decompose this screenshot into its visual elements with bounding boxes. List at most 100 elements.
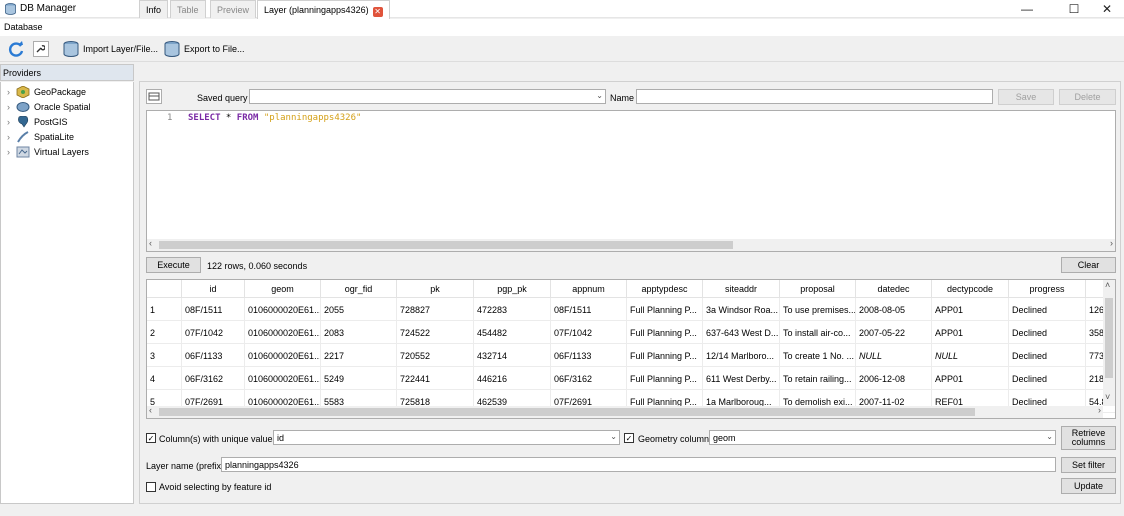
avoid-feature-id-checkbox[interactable] xyxy=(146,482,156,492)
table-cell[interactable]: 06F/1133 xyxy=(551,344,627,367)
expand-icon[interactable]: › xyxy=(3,102,14,112)
column-header[interactable]: apptypdesc xyxy=(627,280,703,298)
table-cell[interactable]: Declined xyxy=(1009,321,1086,344)
table-cell[interactable]: APP01 xyxy=(932,298,1009,321)
set-filter-button[interactable]: Set filter xyxy=(1061,457,1116,473)
results-vertical-scrollbar[interactable]: ˄ ˅ xyxy=(1103,280,1115,406)
table-cell[interactable]: 728827 xyxy=(397,298,474,321)
table-cell[interactable]: 12/14 Marlboro... xyxy=(703,344,780,367)
tab-layer[interactable]: Layer (planningapps4326) ✕ xyxy=(257,0,390,19)
provider-virtual-layers[interactable]: › Virtual Layers xyxy=(1,144,133,159)
table-cell[interactable]: 724522 xyxy=(397,321,474,344)
saved-query-combo[interactable]: ⌄ xyxy=(249,89,606,104)
column-header[interactable]: pgp_pk xyxy=(474,280,551,298)
expand-icon[interactable]: › xyxy=(3,117,14,127)
clear-button[interactable]: Clear xyxy=(1061,257,1116,273)
export-file-button[interactable]: Export to File... xyxy=(163,39,245,59)
column-header[interactable]: appnum xyxy=(551,280,627,298)
table-cell[interactable]: To retain railing... xyxy=(780,367,856,390)
table-cell[interactable]: Declined xyxy=(1009,344,1086,367)
table-cell[interactable]: 2083 xyxy=(321,321,397,344)
retrieve-columns-button[interactable]: Retrieve columns xyxy=(1061,426,1116,450)
delete-button[interactable]: Delete xyxy=(1059,89,1116,105)
sql-code[interactable]: SELECT * FROM "planningapps4326" xyxy=(188,113,361,123)
geometry-column-combo[interactable]: geom ⌄ xyxy=(709,430,1056,445)
table-cell[interactable]: 3a Windsor Roa... xyxy=(703,298,780,321)
sql-editor[interactable]: 1 SELECT * FROM "planningapps4326" ‹ › xyxy=(146,110,1116,252)
scroll-left-icon[interactable]: ‹ xyxy=(149,405,152,415)
table-cell[interactable]: 5249 xyxy=(321,367,397,390)
table-cell[interactable]: 07F/1042 xyxy=(551,321,627,344)
scroll-left-icon[interactable]: ‹ xyxy=(149,238,152,248)
table-cell[interactable]: 720552 xyxy=(397,344,474,367)
table-cell[interactable]: NULL xyxy=(856,344,932,367)
column-header[interactable]: proposal xyxy=(780,280,856,298)
table-cell[interactable]: 637-643 West D... xyxy=(703,321,780,344)
table-cell[interactable]: APP01 xyxy=(932,321,1009,344)
column-header[interactable]: dectypcode xyxy=(932,280,1009,298)
results-horizontal-scrollbar[interactable]: ‹ › xyxy=(147,405,1103,418)
scroll-right-icon[interactable]: › xyxy=(1098,405,1101,415)
layer-name-input[interactable]: planningapps4326 xyxy=(221,457,1056,472)
table-cell[interactable]: 06F/3162 xyxy=(182,367,245,390)
geometry-column-checkbox[interactable]: ✓ xyxy=(624,433,634,443)
table-cell[interactable]: 0106000020E61... xyxy=(245,344,321,367)
expand-icon[interactable]: › xyxy=(3,132,14,142)
table-cell[interactable]: 0106000020E61... xyxy=(245,367,321,390)
table-cell[interactable]: NULL xyxy=(932,344,1009,367)
provider-oracle[interactable]: › Oracle Spatial xyxy=(1,99,133,114)
table-cell[interactable]: 722441 xyxy=(397,367,474,390)
table-cell[interactable]: 2008-08-05 xyxy=(856,298,932,321)
menu-database[interactable]: Database xyxy=(4,22,43,32)
sql-layer-icon[interactable] xyxy=(146,89,162,104)
results-table[interactable]: id geom ogr_fid pk pgp_pk appnum apptypdesc sit… xyxy=(146,279,1116,419)
save-button[interactable]: Save xyxy=(998,89,1054,105)
table-cell[interactable]: APP01 xyxy=(932,367,1009,390)
expand-icon[interactable]: › xyxy=(3,147,14,157)
table-cell[interactable]: Declined xyxy=(1009,298,1086,321)
provider-postgis[interactable]: › PostGIS xyxy=(1,114,133,129)
tab-table[interactable]: Table xyxy=(170,0,206,18)
table-cell[interactable]: Declined xyxy=(1009,367,1086,390)
update-button[interactable]: Update xyxy=(1061,478,1116,494)
table-cell[interactable]: 06F/3162 xyxy=(551,367,627,390)
column-header[interactable]: ogr_fid xyxy=(321,280,397,298)
scroll-right-icon[interactable]: › xyxy=(1110,238,1113,248)
scrollbar-thumb[interactable] xyxy=(1105,298,1113,378)
table-cell[interactable]: 07F/1042 xyxy=(182,321,245,344)
import-layer-button[interactable]: Import Layer/File... xyxy=(62,39,158,59)
column-header[interactable]: progress xyxy=(1009,280,1086,298)
table-cell[interactable]: To install air-co... xyxy=(780,321,856,344)
scroll-up-icon[interactable]: ˄ xyxy=(1105,280,1110,290)
header-corner[interactable] xyxy=(147,280,182,298)
provider-spatialite[interactable]: › SpatiaLite xyxy=(1,129,133,144)
scroll-down-icon[interactable]: ˅ xyxy=(1105,392,1110,402)
table-cell[interactable]: 2006-12-08 xyxy=(856,367,932,390)
column-header[interactable]: id xyxy=(182,280,245,298)
table-cell[interactable]: 2007-05-22 xyxy=(856,321,932,344)
query-name-input[interactable] xyxy=(636,89,993,104)
provider-geopackage[interactable]: › GeoPackage xyxy=(1,84,133,99)
table-cell[interactable]: 0106000020E61... xyxy=(245,298,321,321)
close-button[interactable]: ✕ xyxy=(1090,0,1124,18)
table-cell[interactable]: 08F/1511 xyxy=(551,298,627,321)
table-cell[interactable]: 432714 xyxy=(474,344,551,367)
table-cell[interactable]: Full Planning P... xyxy=(627,298,703,321)
row-number[interactable]: 3 xyxy=(147,344,182,367)
table-cell[interactable]: 472283 xyxy=(474,298,551,321)
tab-preview[interactable]: Preview xyxy=(210,0,257,18)
column-header[interactable]: datedec xyxy=(856,280,932,298)
tab-info[interactable]: Info xyxy=(139,0,169,18)
table-cell[interactable]: 0106000020E61... xyxy=(245,321,321,344)
row-number[interactable]: 2 xyxy=(147,321,182,344)
table-cell[interactable]: Full Planning P... xyxy=(627,367,703,390)
scrollbar-thumb[interactable] xyxy=(159,241,733,249)
table-cell[interactable]: 06F/1133 xyxy=(182,344,245,367)
sql-window-button[interactable] xyxy=(33,41,49,57)
column-header[interactable]: geom xyxy=(245,280,321,298)
column-header[interactable]: siteaddr xyxy=(703,280,780,298)
table-cell[interactable]: To use premises... xyxy=(780,298,856,321)
unique-values-checkbox[interactable]: ✓ xyxy=(146,433,156,443)
maximize-button[interactable]: ☐ xyxy=(1057,0,1091,18)
row-number[interactable]: 1 xyxy=(147,298,182,321)
